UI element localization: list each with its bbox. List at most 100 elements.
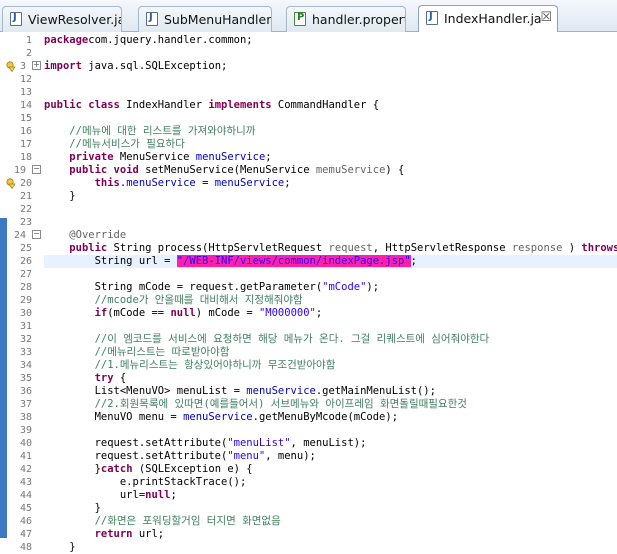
tab-indexhandler[interactable]: IndexHandler.ja ☒ bbox=[418, 5, 558, 33]
properties-file-icon bbox=[294, 12, 306, 26]
code-line[interactable]: 32 //이 엠코드를 서비스에 요청하면 해당 메뉴가 온다. 그걸 리퀘스트… bbox=[0, 333, 617, 346]
code-line[interactable]: 21 } bbox=[0, 190, 617, 203]
close-tab-icon[interactable]: ☒ bbox=[540, 10, 552, 25]
code-line[interactable]: 31 bbox=[0, 320, 617, 333]
code-text-area: this.menuService = menuService; bbox=[44, 177, 617, 190]
code-line[interactable]: 2 bbox=[0, 47, 617, 60]
code-text-area bbox=[44, 112, 617, 125]
code-text-area: public String process(HttpServletRequest… bbox=[44, 242, 617, 255]
line-number: 30 bbox=[19, 308, 32, 319]
code-line[interactable]: 27 bbox=[0, 268, 617, 281]
collapse-fold-icon[interactable]: − bbox=[32, 165, 41, 174]
code-text-area bbox=[44, 320, 617, 333]
code-text-area: public class IndexHandler implements Com… bbox=[44, 99, 617, 112]
code-line[interactable]: 30 if(mCode == null) mCode = "M000000"; bbox=[0, 307, 617, 320]
code-token: public class bbox=[44, 99, 120, 111]
code-token: if bbox=[94, 307, 108, 319]
code-token: //1.메뉴리스트는 항상있어야하니까 무조건받아야함 bbox=[94, 359, 336, 371]
code-line[interactable]: 44 url=null; bbox=[0, 489, 617, 502]
code-token: "menuList" bbox=[227, 437, 291, 449]
code-token: memuService bbox=[315, 164, 386, 176]
code-line[interactable]: 3 + import java.sql.SQLException; bbox=[0, 60, 617, 73]
line-number: 25 bbox=[19, 243, 32, 254]
code-line[interactable]: 40 request.setAttribute("menuList", menu… bbox=[0, 437, 617, 450]
tab-submenuhandler[interactable]: SubMenuHandler. bbox=[138, 6, 272, 32]
line-number: 40 bbox=[19, 438, 32, 449]
code-token: //mcode가 안올때를 대비해서 지정해줘야함 bbox=[94, 294, 303, 306]
code-token: MenuService bbox=[113, 151, 196, 163]
java-file-icon bbox=[146, 12, 158, 26]
code-line[interactable]: 28 String mCode = request.getParameter("… bbox=[0, 281, 617, 294]
code-text-area: } bbox=[44, 190, 617, 203]
code-token: public void bbox=[69, 164, 139, 176]
code-text-area bbox=[44, 73, 617, 86]
code-text: //mcode가 안올때를 대비해서 지정해줘야함 bbox=[44, 294, 303, 307]
code-line[interactable]: 45 } bbox=[0, 502, 617, 515]
line-number: 2 bbox=[25, 48, 32, 59]
code-line[interactable]: 16 //메뉴에 대한 리스트를 가져와야하니까 bbox=[0, 125, 617, 138]
code-line[interactable]: 34 //1.메뉴리스트는 항상있어야하니까 무조건받아야함 bbox=[0, 359, 617, 372]
code-line[interactable]: 48 } bbox=[0, 541, 617, 554]
code-line[interactable]: 20 this.menuService = menuService; bbox=[0, 177, 617, 190]
code-editor[interactable]: 1 packagecom.jquery.handler.common; 2 3 + imp… bbox=[0, 32, 617, 553]
code-line[interactable]: 35 try { bbox=[0, 372, 617, 385]
collapse-fold-icon[interactable]: − bbox=[32, 230, 41, 239]
code-line[interactable]: 1 packagecom.jquery.handler.common; bbox=[0, 34, 617, 47]
code-line[interactable]: 43 e.printStackTrace(); bbox=[0, 476, 617, 489]
code-line[interactable]: 22 bbox=[0, 203, 617, 216]
code-token: public bbox=[69, 242, 108, 254]
line-number: 46 bbox=[19, 516, 32, 527]
code-token: try bbox=[94, 372, 114, 384]
code-line[interactable]: 37 //2.회원목록에 있따면(예를들어서) 서브메뉴와 아이프레임 화면돌릴… bbox=[0, 398, 617, 411]
code-line[interactable]: 12 bbox=[0, 73, 617, 86]
code-token: ) { bbox=[385, 164, 405, 176]
code-token: , menu); bbox=[265, 450, 316, 462]
code-line[interactable]: 47 return url; bbox=[0, 528, 617, 541]
code-text-area: //mcode가 안올때를 대비해서 지정해줘야함 bbox=[44, 294, 617, 307]
code-line[interactable]: 36 List<MenuVO> menuList = menuService.g… bbox=[0, 385, 617, 398]
code-text: //2.회원목록에 있따면(예를들어서) 서브메뉴와 아이프레임 화면돌릴때필요… bbox=[44, 398, 467, 411]
code-line[interactable]: 42 }catch (SQLException e) { bbox=[0, 463, 617, 476]
code-text-area bbox=[44, 203, 617, 216]
code-token: "mCode" bbox=[322, 281, 367, 293]
code-text: request.setAttribute("menuList", menuLis… bbox=[44, 437, 367, 450]
code-text: //메뉴서비스가 필요하다 bbox=[44, 138, 185, 151]
code-line[interactable]: 18 private MenuService menuService; bbox=[0, 151, 617, 164]
code-line[interactable]: 38 MenuVO menu = menuService.getMenuByMc… bbox=[0, 411, 617, 424]
code-line[interactable]: 13 bbox=[0, 86, 617, 99]
line-number: 16 bbox=[19, 126, 32, 137]
line-number: 27 bbox=[19, 269, 32, 280]
expand-fold-icon[interactable]: + bbox=[32, 61, 41, 70]
code-line[interactable]: 25 public String process(HttpServletRequ… bbox=[0, 242, 617, 255]
code-token: @Override bbox=[69, 229, 127, 241]
code-line[interactable]: 14 public class IndexHandler implements C… bbox=[0, 99, 617, 112]
code-text: request.setAttribute("menu", menu); bbox=[44, 450, 316, 463]
code-line[interactable]: 33 //메뉴리스트는 따로받아야함 bbox=[0, 346, 617, 359]
code-line[interactable]: 26 String url = "/WEB-INF/views/common/i… bbox=[0, 255, 617, 268]
code-token: } bbox=[44, 463, 101, 475]
code-line[interactable]: 24− @Override bbox=[0, 229, 617, 242]
code-token: java.sql.SQLException; bbox=[81, 60, 228, 72]
code-line[interactable]: 39 bbox=[0, 424, 617, 437]
code-text-area bbox=[44, 268, 617, 281]
tab-handler-properties[interactable]: handler.propert bbox=[286, 6, 406, 32]
code-line[interactable]: 15 bbox=[0, 112, 617, 125]
code-line[interactable]: 41 request.setAttribute("menu", menu); bbox=[0, 450, 617, 463]
line-number: 39 bbox=[19, 425, 32, 436]
code-token: String mCode = request.getParameter( bbox=[44, 281, 323, 293]
code-line[interactable]: 17 //메뉴서비스가 필요하다 bbox=[0, 138, 617, 151]
code-text-area: //메뉴서비스가 필요하다 bbox=[44, 138, 617, 151]
code-token: .getMainMenuList(); bbox=[315, 385, 436, 397]
code-line[interactable]: 19− public void setMenuService(MenuServi… bbox=[0, 164, 617, 177]
code-token: , menuList); bbox=[290, 437, 367, 449]
line-number: 19 bbox=[13, 165, 26, 176]
code-line[interactable]: 46 //화면은 포워딩할거임 터지면 화면없음 bbox=[0, 515, 617, 528]
code-line[interactable]: 29 //mcode가 안올때를 대비해서 지정해줘야함 bbox=[0, 294, 617, 307]
code-token: //이 엠코드를 서비스에 요청하면 해당 메뉴가 온다. 그걸 리퀘스트에 심… bbox=[94, 333, 490, 345]
code-line[interactable]: 23 bbox=[0, 216, 617, 229]
code-token: "/WEB-INF/views/common/indexPage.jsp" bbox=[176, 255, 411, 267]
tab-viewresolver[interactable]: ViewResolver.ja bbox=[2, 6, 122, 32]
code-text: //메뉴리스트는 따로받아야함 bbox=[44, 346, 230, 359]
code-token: //메뉴서비스가 필요하다 bbox=[69, 138, 185, 150]
